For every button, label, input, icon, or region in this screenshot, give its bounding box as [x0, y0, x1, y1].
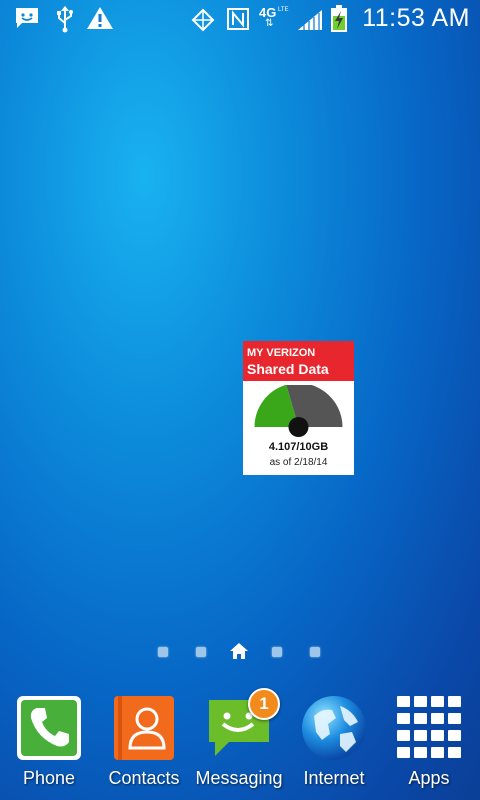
data-arrows-icon: ⇅ — [265, 18, 274, 29]
page-dot-5[interactable] — [310, 647, 320, 657]
verizon-data-widget[interactable]: MY VERIZON Shared Data 4.107/10GB as of … — [243, 341, 354, 475]
data-usage-date: as of 2/18/14 — [269, 457, 328, 468]
globe-icon — [302, 696, 366, 760]
messaging-unread-badge: 1 — [248, 688, 280, 720]
data-usage-gauge — [254, 385, 343, 437]
dock-contacts[interactable]: Contacts — [96, 692, 192, 792]
data-usage-amount: 4.107/10GB — [268, 441, 329, 453]
dock-contacts-label: Contacts — [108, 768, 180, 788]
widget-brand: MY VERIZON — [247, 347, 316, 359]
page-dot-4[interactable] — [272, 647, 282, 657]
phone-icon — [17, 696, 81, 760]
message-notification-icon — [16, 8, 38, 28]
page-dot-1[interactable] — [158, 647, 168, 657]
home-page-icon[interactable] — [229, 642, 249, 660]
network-type-indicator: 4G LTE ⇅ — [259, 5, 293, 33]
status-bar: 4G LTE ⇅ 11:53 AM — [0, 0, 480, 38]
usb-icon — [57, 6, 73, 33]
contacts-icon — [114, 696, 174, 760]
dock-internet-label: Internet — [303, 768, 365, 788]
dock-apps-label: Apps — [408, 768, 450, 788]
gps-icon — [191, 8, 215, 32]
gauge-needle-hub — [288, 417, 309, 437]
apps-grid-icon — [397, 696, 461, 758]
dock-phone-label: Phone — [22, 768, 76, 788]
nfc-icon — [227, 8, 249, 30]
widget-header: MY VERIZON Shared Data — [243, 341, 354, 381]
dock-apps[interactable]: Apps — [381, 692, 477, 792]
warning-icon — [87, 7, 113, 29]
dock-internet[interactable]: Internet — [286, 692, 382, 792]
home-screen: 4G LTE ⇅ 11:53 AM MY VERIZON Shared Data — [0, 0, 480, 800]
dock-phone[interactable]: Phone — [1, 692, 97, 792]
battery-charging-icon — [331, 5, 347, 32]
status-clock: 11:53 AM — [362, 4, 470, 32]
network-sub-label: LTE — [278, 7, 289, 13]
dock-messaging-label: Messaging — [195, 768, 283, 788]
signal-icon — [298, 10, 322, 30]
page-dot-2[interactable] — [196, 647, 206, 657]
widget-title: Shared Data — [247, 361, 329, 377]
